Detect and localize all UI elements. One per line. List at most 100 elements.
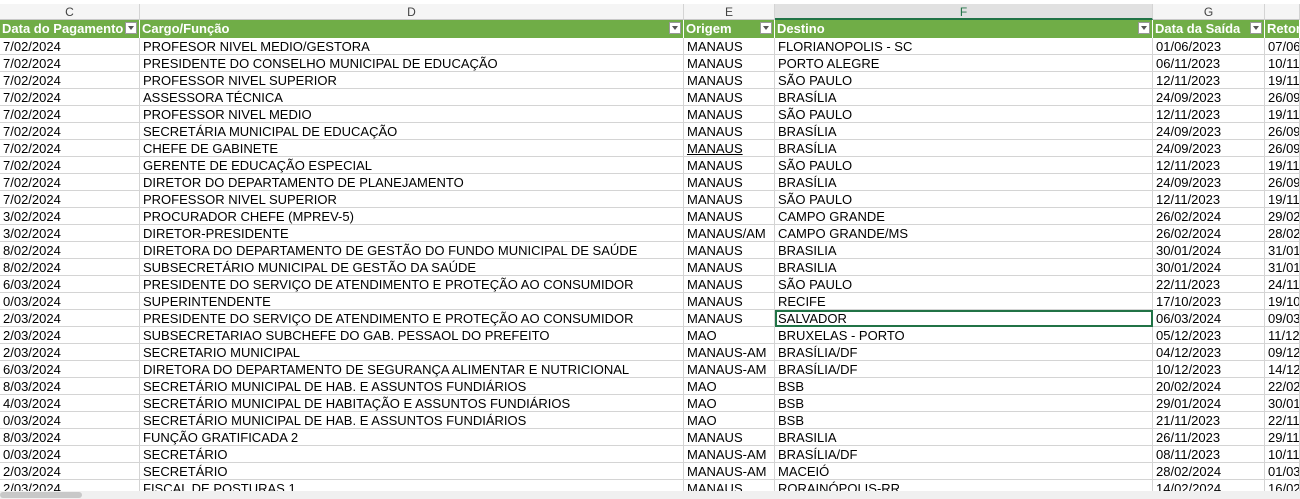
cell-data-pagamento[interactable]: 6/03/2024 [0, 276, 140, 293]
cell-origem[interactable]: MAO [684, 327, 775, 344]
cell-destino[interactable]: FLORIANOPOLIS - SC [775, 38, 1153, 55]
cell-data-pagamento[interactable]: 2/03/2024 [0, 310, 140, 327]
cell-destino[interactable]: BRUXELAS - PORTO [775, 327, 1153, 344]
header-cargo-funcao[interactable]: Cargo/Função [140, 20, 684, 38]
cell-destino[interactable]: SÃO PAULO [775, 191, 1153, 208]
cell-retorno[interactable]: 19/11 [1265, 157, 1300, 174]
cell-cargo-funcao[interactable]: ASSESSORA TÉCNICA [140, 89, 684, 106]
cell-destino[interactable]: RECIFE [775, 293, 1153, 310]
horizontal-scrollbar[interactable] [0, 491, 1300, 499]
cell-destino[interactable]: PORTO ALEGRE [775, 55, 1153, 72]
cell-origem[interactable]: MANAUS [684, 72, 775, 89]
cell-data-saida[interactable]: 26/02/2024 [1153, 208, 1265, 225]
cell-destino[interactable]: BRASILIA [775, 242, 1153, 259]
header-data-pagamento[interactable]: Data do Pagamento [0, 20, 140, 38]
cell-origem[interactable]: MAO [684, 378, 775, 395]
cell-cargo-funcao[interactable]: SUBSECRETARIAO SUBCHEFE DO GAB. PESSAOL … [140, 327, 684, 344]
cell-origem[interactable]: MAO [684, 395, 775, 412]
cell-data-pagamento[interactable]: 0/03/2024 [0, 446, 140, 463]
cell-cargo-funcao[interactable]: SUPERINTENDENTE [140, 293, 684, 310]
cell-retorno[interactable]: 22/02 [1265, 378, 1300, 395]
cell-destino[interactable]: BRASILIA [775, 259, 1153, 276]
cell-data-pagamento[interactable]: 8/02/2024 [0, 259, 140, 276]
cell-data-pagamento[interactable]: 7/02/2024 [0, 72, 140, 89]
cell-data-saida[interactable]: 12/11/2023 [1153, 106, 1265, 123]
cell-cargo-funcao[interactable]: PRESIDENTE DO CONSELHO MUNICIPAL DE EDUC… [140, 55, 684, 72]
header-retorno[interactable]: Retor [1265, 20, 1300, 38]
filter-dropdown-icon[interactable] [669, 22, 681, 34]
cell-data-saida[interactable]: 24/09/2023 [1153, 140, 1265, 157]
cell-cargo-funcao[interactable]: DIRETOR DO DEPARTAMENTO DE PLANEJAMENTO [140, 174, 684, 191]
cell-cargo-funcao[interactable]: PROFESSOR NIVEL SUPERIOR [140, 72, 684, 89]
cell-retorno[interactable]: 31/01 [1265, 259, 1300, 276]
cell-origem[interactable]: MANAUS [684, 157, 775, 174]
cell-data-pagamento[interactable]: 3/02/2024 [0, 225, 140, 242]
cell-retorno[interactable]: 26/09 [1265, 140, 1300, 157]
cell-origem[interactable]: MANAUS [684, 106, 775, 123]
cell-cargo-funcao[interactable]: PROCURADOR CHEFE (MPREV-5) [140, 208, 684, 225]
cell-destino[interactable]: BSB [775, 378, 1153, 395]
cell-retorno[interactable]: 19/11 [1265, 191, 1300, 208]
cell-destino[interactable]: SALVADOR [775, 310, 1153, 327]
cell-data-saida[interactable]: 24/09/2023 [1153, 89, 1265, 106]
cell-origem[interactable]: MANAUS-AM [684, 344, 775, 361]
cell-origem[interactable]: MANAUS-AM [684, 446, 775, 463]
cell-retorno[interactable]: 22/11 [1265, 412, 1300, 429]
cell-data-saida[interactable]: 05/12/2023 [1153, 327, 1265, 344]
cell-data-saida[interactable]: 21/11/2023 [1153, 412, 1265, 429]
cell-origem[interactable]: MANAUS-AM [684, 361, 775, 378]
cell-cargo-funcao[interactable]: SECRETÁRIO [140, 463, 684, 480]
cell-retorno[interactable]: 10/11 [1265, 446, 1300, 463]
cell-data-saida[interactable]: 06/11/2023 [1153, 55, 1265, 72]
cell-retorno[interactable]: 11/12 [1265, 327, 1300, 344]
cell-cargo-funcao[interactable]: PROFESSOR NIVEL MEDIO [140, 106, 684, 123]
cell-data-pagamento[interactable]: 7/02/2024 [0, 174, 140, 191]
cell-data-pagamento[interactable]: 7/02/2024 [0, 140, 140, 157]
cell-retorno[interactable]: 30/01 [1265, 395, 1300, 412]
cell-data-saida[interactable]: 01/06/2023 [1153, 38, 1265, 55]
cell-cargo-funcao[interactable]: SECRETÁRIO MUNICIPAL DE HAB. E ASSUNTOS … [140, 378, 684, 395]
cell-retorno[interactable]: 01/03 [1265, 463, 1300, 480]
cell-origem[interactable]: MANAUS [684, 259, 775, 276]
cell-retorno[interactable]: 28/02 [1265, 225, 1300, 242]
column-header-h[interactable] [1265, 4, 1300, 20]
cell-data-saida[interactable]: 12/11/2023 [1153, 191, 1265, 208]
cell-origem[interactable]: MANAUS [684, 242, 775, 259]
filter-dropdown-icon[interactable] [760, 22, 772, 34]
cell-origem[interactable]: MANAUS [684, 140, 775, 157]
cell-retorno[interactable]: 09/12 [1265, 344, 1300, 361]
cell-cargo-funcao[interactable]: DIRETOR-PRESIDENTE [140, 225, 684, 242]
cell-origem[interactable]: MANAUS [684, 429, 775, 446]
cell-destino[interactable]: MACEIÓ [775, 463, 1153, 480]
cell-data-pagamento[interactable]: 6/03/2024 [0, 361, 140, 378]
cell-origem[interactable]: MANAUS-AM [684, 463, 775, 480]
cell-data-pagamento[interactable]: 7/02/2024 [0, 191, 140, 208]
cell-cargo-funcao[interactable]: SECRETÁRIO [140, 446, 684, 463]
cell-cargo-funcao[interactable]: SECRETÁRIO MUNICIPAL DE HABITAÇÃO E ASSU… [140, 395, 684, 412]
cell-origem[interactable]: MANAUS [684, 55, 775, 72]
cell-data-saida[interactable]: 17/10/2023 [1153, 293, 1265, 310]
cell-destino[interactable]: CAMPO GRANDE [775, 208, 1153, 225]
cell-data-pagamento[interactable]: 8/03/2024 [0, 378, 140, 395]
cell-retorno[interactable]: 31/01 [1265, 242, 1300, 259]
cell-retorno[interactable]: 26/09 [1265, 89, 1300, 106]
cell-cargo-funcao[interactable]: SECRETÁRIA MUNICIPAL DE EDUCAÇÃO [140, 123, 684, 140]
cell-data-saida[interactable]: 22/11/2023 [1153, 276, 1265, 293]
cell-data-pagamento[interactable]: 7/02/2024 [0, 123, 140, 140]
cell-destino[interactable]: BSB [775, 412, 1153, 429]
cell-origem[interactable]: MANAUS [684, 310, 775, 327]
cell-data-saida[interactable]: 30/01/2024 [1153, 259, 1265, 276]
cell-retorno[interactable]: 19/10 [1265, 293, 1300, 310]
cell-origem[interactable]: MANAUS [684, 89, 775, 106]
cell-data-saida[interactable]: 24/09/2023 [1153, 174, 1265, 191]
cell-origem[interactable]: MANAUS [684, 208, 775, 225]
cell-data-saida[interactable]: 26/11/2023 [1153, 429, 1265, 446]
cell-destino[interactable]: BRASÍLIA [775, 140, 1153, 157]
cell-cargo-funcao[interactable]: PROFESOR NIVEL MEDIO/GESTORA [140, 38, 684, 55]
cell-cargo-funcao[interactable]: PROFESSOR NIVEL SUPERIOR [140, 191, 684, 208]
cell-data-pagamento[interactable]: 0/03/2024 [0, 412, 140, 429]
cell-retorno[interactable]: 26/09 [1265, 174, 1300, 191]
header-data-saida[interactable]: Data da Saída [1153, 20, 1265, 38]
cell-destino[interactable]: BSB [775, 395, 1153, 412]
cell-cargo-funcao[interactable]: CHEFE DE GABINETE [140, 140, 684, 157]
